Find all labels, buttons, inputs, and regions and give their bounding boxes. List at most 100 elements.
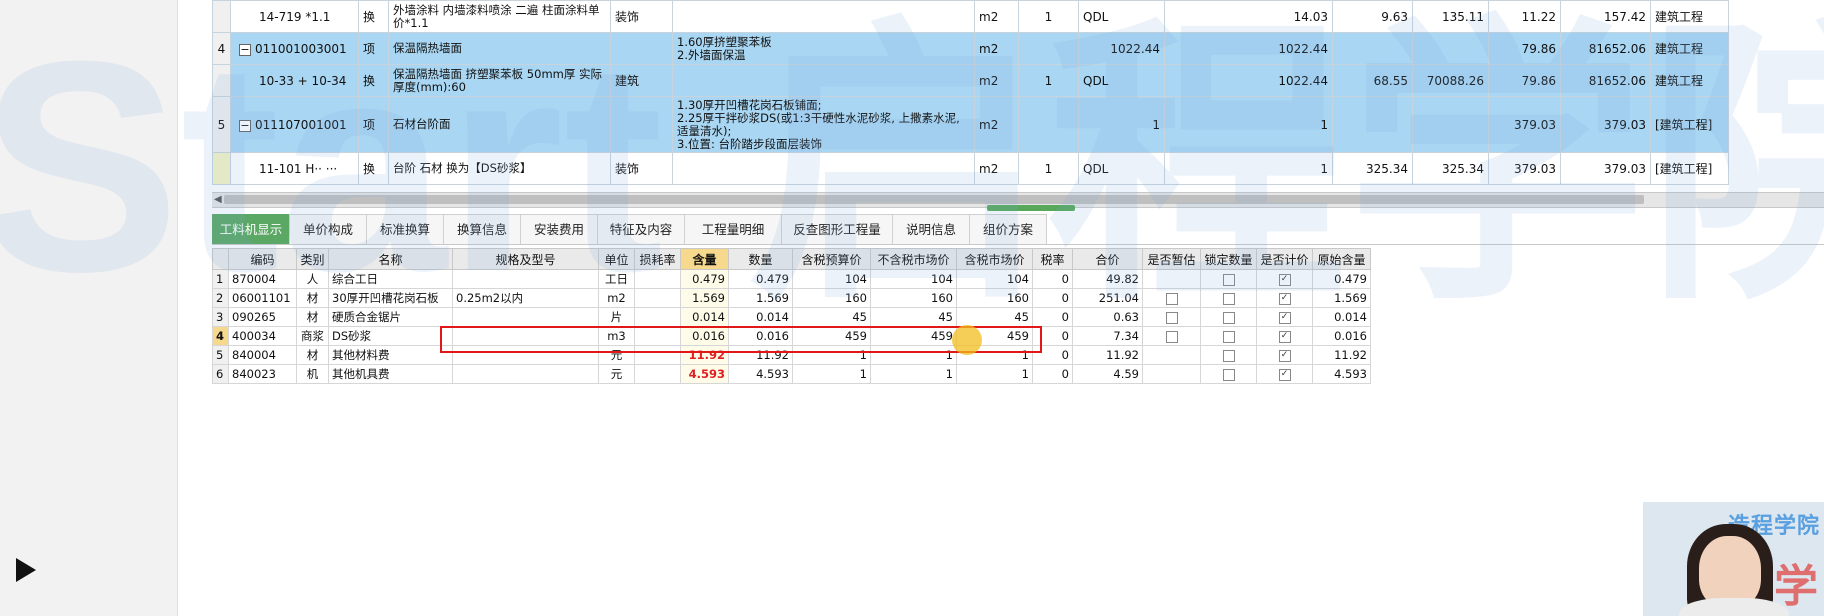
scroll-left-icon[interactable]: ◀ (214, 194, 222, 205)
cell-name[interactable]: DS砂浆 (328, 326, 453, 346)
cell-est[interactable] (1142, 307, 1201, 327)
cell-price[interactable] (1332, 96, 1413, 153)
cell-profession[interactable]: 建筑 (610, 64, 673, 97)
checkbox[interactable] (1165, 330, 1178, 343)
cell-cat[interactable]: 材 (296, 288, 329, 308)
play-icon[interactable] (16, 558, 36, 582)
row-number[interactable]: 5 (212, 345, 229, 365)
cell-tax[interactable]: 0 (1032, 364, 1073, 384)
cell-content[interactable]: 4.593 (680, 364, 729, 384)
cell-feature[interactable]: 1.30厚开凹槽花岗石板铺面; 2.25厚干拌砂浆DS(或1:3干硬性水泥砂浆,… (672, 96, 975, 153)
cell-expr[interactable]: QDL (1078, 152, 1165, 185)
cell-qty[interactable]: 4.593 (728, 364, 793, 384)
cell-total2[interactable]: 379.03 (1560, 96, 1651, 153)
cell-expr[interactable]: 1022.44 (1078, 32, 1165, 65)
cell-qty_ratio[interactable]: 1 (1018, 152, 1079, 185)
cell-cat[interactable]: 机 (296, 364, 329, 384)
cell-orig[interactable]: 11.92 (1312, 345, 1371, 365)
column-header[interactable]: 损耗率 (634, 248, 681, 270)
cell-total[interactable] (1412, 96, 1489, 153)
cell-profession[interactable]: 装饰 (610, 152, 673, 185)
checkbox[interactable] (1222, 311, 1235, 324)
tab-3[interactable]: 换算信息 (443, 214, 521, 244)
tab-5[interactable]: 特征及内容 (597, 214, 685, 244)
column-header[interactable]: 不含税市场价 (870, 248, 957, 270)
cell-unit[interactable]: 片 (598, 307, 635, 327)
cell-total[interactable]: 7.34 (1072, 326, 1143, 346)
cell-est[interactable] (1142, 288, 1201, 308)
collapse-icon[interactable]: − (239, 119, 251, 132)
cell-total[interactable]: 4.59 (1072, 364, 1143, 384)
cell-name[interactable]: 保温隔热墙面 挤塑聚苯板 50mm厚 实际厚度(mm):60 (388, 64, 611, 97)
cell-unit[interactable]: m2 (974, 0, 1019, 33)
cell-tax[interactable]: 0 (1032, 307, 1073, 327)
cell-qty_ratio[interactable] (1018, 32, 1079, 65)
cell-category[interactable]: [建筑工程] (1650, 96, 1729, 153)
tab-8[interactable]: 说明信息 (892, 214, 970, 244)
cell-code[interactable]: 06001101 (228, 288, 297, 308)
checkbox[interactable] (1222, 292, 1235, 305)
column-header[interactable]: 含税预算价 (792, 248, 871, 270)
tab-6[interactable]: 工程量明细 (684, 214, 782, 244)
cell-orig[interactable]: 0.479 (1312, 269, 1371, 289)
cell-unit_price2[interactable]: 11.22 (1488, 0, 1561, 33)
column-header[interactable]: 是否计价 (1256, 248, 1313, 270)
cell-total[interactable]: 251.04 (1072, 288, 1143, 308)
cell-orig[interactable]: 0.014 (1312, 307, 1371, 327)
cell-unit[interactable]: m2 (974, 32, 1019, 65)
cell-total[interactable]: 49.82 (1072, 269, 1143, 289)
cell-price[interactable]: ✓ (1256, 288, 1313, 308)
cell-est[interactable] (1142, 269, 1201, 289)
column-header[interactable]: 是否暂估 (1142, 248, 1201, 270)
cell-total[interactable]: 0.63 (1072, 307, 1143, 327)
cell-code[interactable]: 840004 (228, 345, 297, 365)
cell-loss[interactable] (634, 288, 681, 308)
cell-code[interactable]: −011107001001 (230, 96, 359, 153)
tab-9[interactable]: 组价方案 (969, 214, 1047, 244)
cell-tax[interactable]: 0 (1032, 288, 1073, 308)
cell-orig[interactable]: 1.569 (1312, 288, 1371, 308)
bill-row[interactable]: 4−011001003001 项保温隔热墙面 1.60厚挤塑聚苯板 2.外墙面保温 m… (212, 32, 1824, 65)
cell-cat[interactable]: 材 (296, 345, 329, 365)
cell-p1[interactable]: 1 (792, 364, 871, 384)
row-number[interactable]: 6 (212, 364, 229, 384)
cell-loss[interactable] (634, 364, 681, 384)
column-header[interactable]: 含量 (680, 248, 729, 270)
cell-qty_ratio[interactable]: 1 (1018, 0, 1079, 33)
cell-p1[interactable]: 104 (792, 269, 871, 289)
checkbox-checked[interactable]: ✓ (1278, 368, 1291, 381)
checkbox-checked[interactable]: ✓ (1278, 292, 1291, 305)
cell-price[interactable]: 68.55 (1332, 64, 1413, 97)
checkbox[interactable] (1165, 292, 1178, 305)
cell-unit[interactable]: 工日 (598, 269, 635, 289)
checkbox[interactable] (1222, 368, 1235, 381)
cell-content[interactable]: 0.014 (680, 307, 729, 327)
cell-p3[interactable]: 1 (956, 364, 1033, 384)
resource-row[interactable]: 3 090265 材硬质合金锯片片 0.014 0.014 45 45 45 0 0.63 ✓ 0.0… (212, 307, 1371, 327)
cell-name[interactable]: 石材台阶面 (388, 96, 611, 153)
cell-category[interactable]: [建筑工程] (1650, 152, 1729, 185)
cell-feature[interactable] (672, 64, 975, 97)
cell-type[interactable]: 换 (358, 64, 389, 97)
cell-code[interactable]: 090265 (228, 307, 297, 327)
cell-total[interactable]: 70088.26 (1412, 64, 1489, 97)
column-header[interactable]: 单位 (598, 248, 635, 270)
cell-profession[interactable] (610, 32, 673, 65)
cell-quantity[interactable]: 1 (1164, 152, 1333, 185)
cell-content[interactable]: 0.479 (680, 269, 729, 289)
cell-p3[interactable]: 160 (956, 288, 1033, 308)
cell-unit_price2[interactable]: 379.03 (1488, 152, 1561, 185)
cell-unit[interactable]: m2 (974, 96, 1019, 153)
cell-spec[interactable]: 0.25m2以内 (452, 288, 599, 308)
cell-qty[interactable]: 0.479 (728, 269, 793, 289)
cell-category[interactable]: 建筑工程 (1650, 0, 1729, 33)
cell-price[interactable]: ✓ (1256, 326, 1313, 346)
cell-total[interactable]: 11.92 (1072, 345, 1143, 365)
cell-profession[interactable] (610, 96, 673, 153)
column-header[interactable]: 税率 (1032, 248, 1073, 270)
cell-name[interactable]: 30厚开凹槽花岗石板 (328, 288, 453, 308)
cell-est[interactable] (1142, 326, 1201, 346)
cell-qty_ratio[interactable]: 1 (1018, 64, 1079, 97)
cell-lock[interactable] (1200, 345, 1257, 365)
cell-lock[interactable] (1200, 288, 1257, 308)
